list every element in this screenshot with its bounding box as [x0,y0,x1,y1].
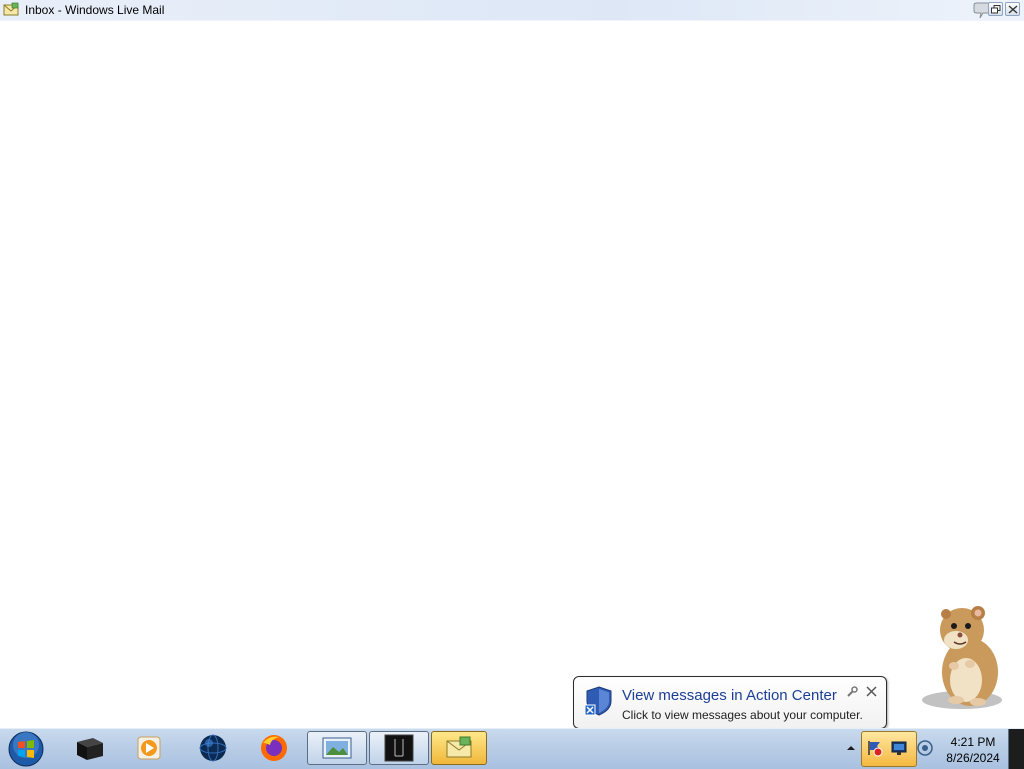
show-desktop-button[interactable] [1008,729,1024,769]
main-content-area [0,21,1024,728]
taskbar-item-firefox[interactable] [246,731,302,765]
photo-viewer-icon [322,737,352,759]
globe-icon [199,734,227,762]
hamster-mascot-icon[interactable] [918,600,1008,712]
network-icon[interactable] [890,739,908,757]
wrench-icon[interactable] [846,686,858,698]
clock-date: 8/26/2024 [946,751,1000,765]
notification-title[interactable]: View messages in Action Center [622,687,837,704]
restore-icon [991,5,1001,14]
windows-start-orb-icon[interactable] [6,730,46,768]
action-center-flag-icon[interactable] [866,739,884,757]
windows-live-mail-icon [3,2,19,16]
notification-close-icon[interactable] [866,686,877,697]
show-hidden-icons-icon[interactable] [846,743,856,753]
close-button[interactable] [1005,2,1020,16]
terminal-icon [384,734,414,762]
taskbar-item-photo-viewer[interactable] [307,731,367,765]
black-box-icon [77,738,103,760]
taskbar-item-media-player[interactable] [121,731,177,765]
clock-time: 4:21 PM [950,735,996,749]
volume-icon[interactable] [916,739,934,757]
media-player-icon [137,736,161,760]
action-center-notification[interactable]: View messages in Action Center Click to … [573,676,887,744]
title-bar[interactable]: Inbox - Windows Live Mail [0,0,1024,21]
taskbar-item-terminal[interactable] [369,731,429,765]
taskbar: 4:21 PM 8/26/2024 [0,728,1024,769]
firefox-icon [261,735,287,761]
notification-text: Click to view messages about your comput… [622,708,863,722]
mail-icon [446,736,472,758]
window-title: Inbox - Windows Live Mail [25,3,165,17]
close-icon [1008,5,1018,14]
restore-button[interactable] [988,2,1003,16]
taskbar-item-globe[interactable] [185,731,241,765]
taskbar-item-windows-live-mail[interactable] [431,731,487,765]
action-center-shield-icon [584,686,612,716]
system-tray: 4:21 PM 8/26/2024 [840,729,1024,769]
clock[interactable]: 4:21 PM 8/26/2024 [936,734,1010,766]
taskbar-item-dark-app[interactable] [61,731,117,765]
